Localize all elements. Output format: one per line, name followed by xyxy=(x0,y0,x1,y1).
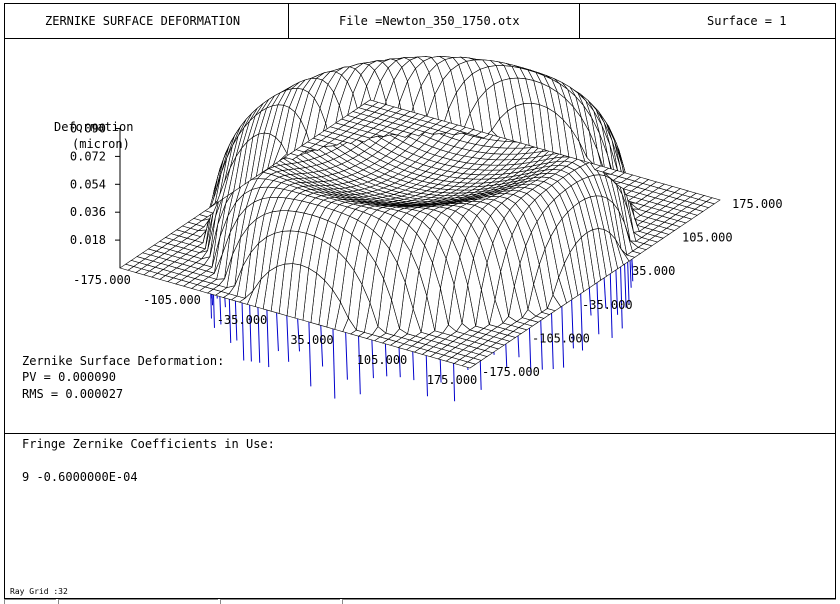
ray-grid-label: Ray Grid :32 xyxy=(10,587,68,596)
z-axis-label: Deformation xyxy=(54,120,134,134)
underside-line xyxy=(257,301,261,363)
y-tick-label: 35.000 xyxy=(632,264,675,278)
x-tick-label: 35.000 xyxy=(290,333,333,347)
pv-value: PV = 0.000090 xyxy=(22,370,116,384)
x-tick-label: 105.000 xyxy=(357,353,408,367)
underside-line xyxy=(275,309,279,352)
surface-mesh xyxy=(119,56,721,369)
y-tick-label: 105.000 xyxy=(682,231,733,245)
y-tick-label: -175.000 xyxy=(482,365,540,379)
stats-heading: Zernike Surface Deformation: xyxy=(22,354,225,368)
x-tick-label: -35.000 xyxy=(217,313,268,327)
coefficients-heading: Fringe Zernike Coefficients in Use: xyxy=(22,437,275,451)
z-tick-label: 0.018 xyxy=(70,233,106,247)
y-tick-label: -35.000 xyxy=(582,298,633,312)
x-tick-label: 175.000 xyxy=(427,373,478,387)
underside-line xyxy=(308,319,312,387)
coefficient-row: 9 -0.6000000E-04 xyxy=(22,470,138,484)
z-tick-label: 0.036 xyxy=(70,205,106,219)
y-tick-label: 175.000 xyxy=(732,197,783,211)
surface-plot: 0.0900.0720.0540.0360.018-175.000-105.00… xyxy=(70,56,783,402)
underside-line xyxy=(248,296,252,362)
status-strip xyxy=(4,599,836,604)
x-tick-label: -105.000 xyxy=(143,293,201,307)
y-tick-label: -105.000 xyxy=(532,331,590,345)
z-tick-label: 0.072 xyxy=(70,149,106,163)
underside-line xyxy=(344,326,348,380)
x-tick-label: -175.000 xyxy=(73,273,131,287)
rms-value: RMS = 0.000027 xyxy=(22,387,124,401)
z-axis-unit: (micron) xyxy=(72,137,130,151)
z-tick-label: 0.054 xyxy=(70,177,106,191)
underside-line xyxy=(286,312,290,362)
